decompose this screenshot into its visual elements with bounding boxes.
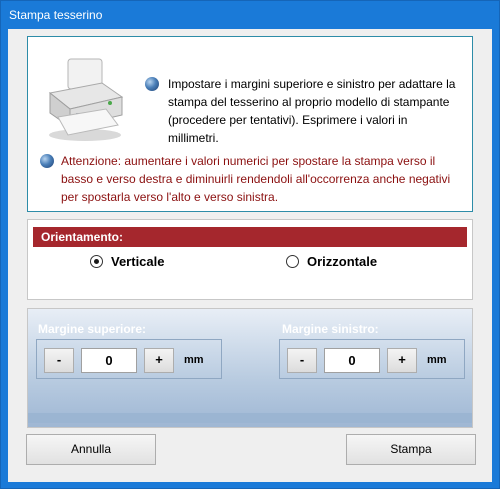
dialog-window: Stampa tesserino Impostare i margini sup… (0, 0, 500, 489)
radio-vertical[interactable]: Verticale (90, 254, 165, 269)
left-margin-unit: mm (427, 354, 447, 366)
top-margin-unit: mm (184, 354, 204, 366)
radio-vertical-circle[interactable] (90, 255, 103, 268)
dialog-client-area: Impostare i margini superiore e sinistro… (8, 29, 492, 482)
window-title: Stampa tesserino (9, 8, 103, 22)
title-bar[interactable]: Stampa tesserino (1, 1, 499, 29)
bullet-icon (40, 154, 54, 168)
orientation-header: Orientamento: (33, 227, 467, 247)
top-margin-input[interactable]: 0 (81, 348, 137, 373)
info-warning: Attenzione: aumentare i valori numerici … (61, 154, 451, 204)
printer-icon (48, 58, 124, 141)
left-margin-control: - 0 + mm (279, 339, 465, 379)
radio-horizontal-circle[interactable] (286, 255, 299, 268)
info-panel: Impostare i margini superiore e sinistro… (27, 36, 473, 212)
orientation-group: Orientamento: Verticale Orizzontale (27, 219, 473, 300)
radio-horizontal-label: Orizzontale (307, 254, 378, 269)
left-margin-increase-button[interactable]: + (387, 348, 417, 373)
info-instructions: Impostare i margini superiore e sinistro… (168, 77, 456, 145)
margins-panel: Margine superiore: - 0 + mm Margine sini… (27, 308, 473, 428)
top-margin-control: - 0 + mm (36, 339, 222, 379)
top-margin-label: Margine superiore: (38, 322, 147, 336)
top-margin-increase-button[interactable]: + (144, 348, 174, 373)
top-margin-decrease-button[interactable]: - (44, 348, 74, 373)
radio-horizontal[interactable]: Orizzontale (286, 254, 377, 269)
radio-vertical-label: Verticale (111, 254, 165, 269)
print-button[interactable]: Stampa (346, 434, 476, 465)
cancel-button[interactable]: Annulla (26, 434, 156, 465)
left-margin-decrease-button[interactable]: - (287, 348, 317, 373)
left-margin-label: Margine sinistro: (282, 322, 379, 336)
bullet-icon (145, 77, 159, 91)
margins-bottom-strip (28, 413, 472, 423)
left-margin-input[interactable]: 0 (324, 348, 380, 373)
